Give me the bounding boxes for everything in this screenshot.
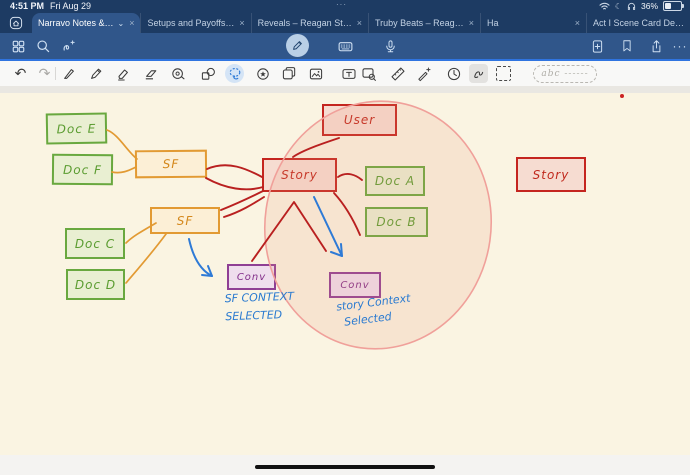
clock-time: 4:51 PM: [10, 1, 44, 11]
image-search-icon[interactable]: [359, 64, 378, 83]
node-doc-a: Doc A: [365, 166, 425, 196]
undo-icon[interactable]: ↶: [11, 64, 30, 83]
page-margin: [0, 86, 690, 93]
bookmark-icon[interactable]: [618, 37, 636, 55]
text-box-icon[interactable]: [339, 64, 358, 83]
pen-mode-button[interactable]: [286, 34, 309, 57]
node-label: Conv: [237, 272, 266, 283]
home-button[interactable]: [0, 13, 32, 33]
node-sf-2: SF: [150, 207, 220, 234]
scribble-erase-icon[interactable]: [469, 64, 488, 83]
tab-truby-beats[interactable]: Truby Beats – Reag… ×: [368, 13, 480, 33]
status-bar: 4:51 PM Fri Aug 29 ··· ☾ 36%: [0, 0, 690, 13]
node-label: SF: [163, 157, 180, 171]
node-label: Conv: [340, 280, 369, 291]
node-label: Doc E: [57, 121, 97, 136]
app-bar: ···: [0, 33, 690, 59]
tape-icon[interactable]: [168, 64, 187, 83]
close-tab-icon[interactable]: ×: [575, 18, 580, 28]
dashed-selection-icon[interactable]: [494, 64, 513, 83]
tab-label: Reveals – Reagan St…: [258, 18, 352, 28]
microphone-icon[interactable]: [381, 37, 399, 55]
annotation-line: SF CONTEXT: [224, 290, 294, 305]
pencil-icon[interactable]: [86, 64, 105, 83]
scribble-sparkle-icon[interactable]: [60, 37, 78, 55]
laser-pen-icon[interactable]: [414, 64, 433, 83]
node-story-center: Story: [262, 158, 337, 192]
node-label: Doc F: [63, 162, 102, 176]
close-tab-icon[interactable]: ×: [129, 18, 134, 28]
battery-percent: 36%: [641, 1, 658, 11]
shapes-icon[interactable]: [198, 64, 217, 83]
tab-label: Narravo Notes &…: [38, 18, 114, 28]
node-label: Doc B: [376, 215, 416, 229]
sticky-notes-icon[interactable]: [279, 64, 298, 83]
tab-label: Setups and Payoffs…: [147, 18, 234, 28]
node-label: Doc A: [375, 174, 415, 188]
pen-toolbar: ↶ ↷ abc ‑‑‑‑‑: [0, 61, 690, 87]
node-label: SF: [177, 214, 194, 228]
keyboard-icon[interactable]: [336, 37, 354, 55]
tab-ha[interactable]: Ha ×: [480, 13, 586, 33]
tab-label: Truby Beats – Reag…: [375, 18, 464, 28]
close-tab-icon[interactable]: ×: [469, 18, 474, 28]
node-story-right: Story: [516, 157, 586, 192]
fountain-pen-icon[interactable]: [59, 64, 78, 83]
multitask-dots-icon[interactable]: ···: [336, 0, 347, 9]
highlighter-icon[interactable]: [113, 64, 132, 83]
node-label: User: [344, 113, 375, 127]
eraser-icon[interactable]: [141, 64, 160, 83]
headphones-icon: [627, 2, 636, 11]
node-doc-c: Doc C: [65, 228, 125, 259]
node-conv-2: Conv: [329, 272, 381, 298]
share-icon[interactable]: [647, 37, 665, 55]
moon-icon: ☾: [615, 2, 622, 11]
grid-documents-icon[interactable]: [9, 37, 27, 55]
tab-bar: Narravo Notes &… ⌄ × Setups and Payoffs……: [0, 13, 690, 33]
image-icon[interactable]: [306, 64, 325, 83]
wifi-icon: [599, 2, 610, 11]
close-tab-icon[interactable]: ×: [239, 18, 244, 28]
node-user: User: [322, 104, 397, 136]
lasso-tool-icon[interactable]: [225, 64, 244, 83]
ruler-icon[interactable]: [388, 64, 407, 83]
annotation-line: SELECTED: [225, 308, 295, 323]
tab-act-i-scene-card[interactable]: Act I Scene Card De…: [586, 13, 690, 33]
tab-setups-and-payoffs[interactable]: Setups and Payoffs… ×: [140, 13, 250, 33]
node-sf-1: SF: [135, 150, 207, 179]
clock-date: Fri Aug 29: [50, 1, 91, 11]
note-canvas[interactable]: Doc E Doc F SF SF Doc C Doc D User Story…: [0, 93, 690, 455]
node-doc-d: Doc D: [66, 269, 125, 300]
node-label: Doc C: [75, 237, 115, 251]
tab-label: Ha: [487, 18, 570, 28]
annotation-sf-context: SF CONTEXT SELECTED: [224, 290, 294, 323]
red-connectors-ink: [206, 138, 362, 261]
home-indicator[interactable]: [255, 465, 435, 469]
more-options-icon[interactable]: ···: [671, 37, 689, 55]
close-tab-icon[interactable]: ×: [357, 18, 362, 28]
tab-label: Act I Scene Card De…: [593, 18, 684, 28]
node-doc-b: Doc B: [365, 207, 428, 237]
handwriting-abc-hint[interactable]: abc ‑‑‑‑‑‑: [533, 65, 597, 83]
battery-icon: [663, 1, 682, 11]
red-dot-ink: [620, 94, 624, 98]
node-doc-e: Doc E: [46, 112, 108, 144]
node-label: Story: [533, 168, 570, 182]
redo-icon[interactable]: ↷: [35, 64, 54, 83]
node-label: Story: [281, 168, 318, 182]
chevron-down-icon[interactable]: ⌄: [118, 19, 125, 28]
toolbar-divider: [55, 67, 56, 80]
node-conv-1: Conv: [227, 264, 276, 290]
bottom-bar: [0, 455, 690, 475]
stickers-icon[interactable]: [253, 64, 272, 83]
node-label: Doc D: [75, 278, 116, 292]
node-doc-f: Doc F: [52, 154, 113, 186]
tab-narravo-notes[interactable]: Narravo Notes &… ⌄ ×: [32, 13, 141, 33]
tab-reveals-reagan[interactable]: Reveals – Reagan St… ×: [251, 13, 368, 33]
add-page-icon[interactable]: [588, 37, 606, 55]
clock-icon[interactable]: [444, 64, 463, 83]
search-icon[interactable]: [34, 37, 52, 55]
